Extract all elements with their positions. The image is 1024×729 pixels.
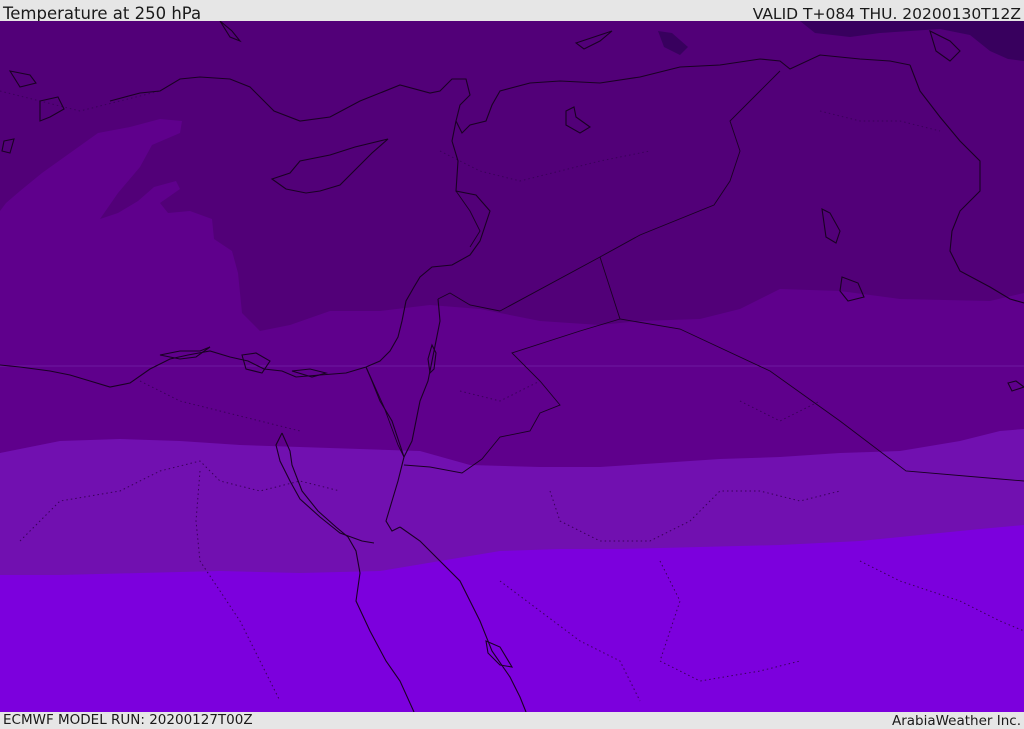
temperature-map-svg — [0, 21, 1024, 712]
model-run-label: ECMWF MODEL RUN: 20200127T00Z — [3, 712, 253, 728]
credit-label: ArabiaWeather Inc. — [891, 713, 1021, 729]
footer-bar: ECMWF MODEL RUN: 20200127T00Z ArabiaWeat… — [0, 712, 1024, 729]
header-bar: Temperature at 250 hPa VALID T+084 THU. … — [0, 0, 1024, 23]
weather-map-view: Temperature at 250 hPa VALID T+084 THU. … — [0, 0, 1024, 729]
map-canvas — [0, 21, 1024, 712]
